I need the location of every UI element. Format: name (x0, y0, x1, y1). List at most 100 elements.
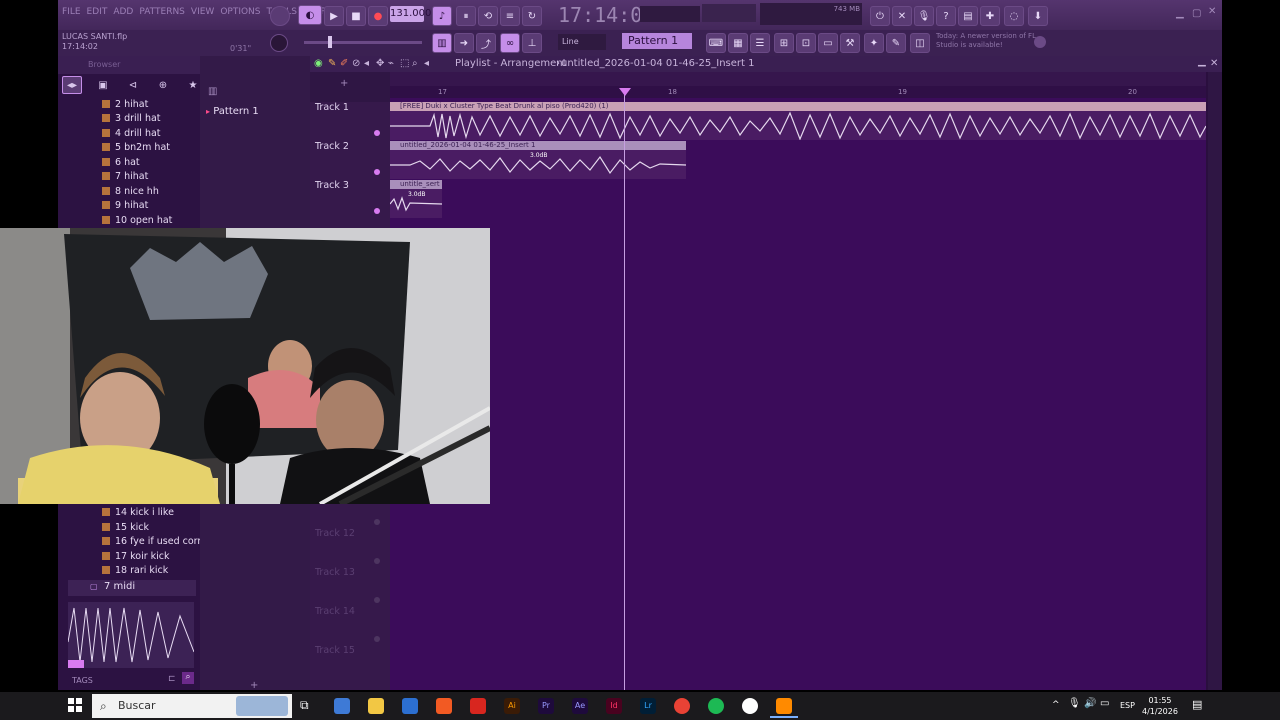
link-icon[interactable]: ∞ (500, 33, 520, 53)
menu-file[interactable]: FILE (62, 7, 81, 17)
pat-song-toggle[interactable]: ◐ (298, 5, 322, 25)
taskbar-clock[interactable]: 01:55 4/1/2026 (1142, 695, 1178, 717)
plugin-tab-icon[interactable]: ⊲ (124, 77, 142, 93)
browser-file[interactable]: 6 hat (102, 156, 140, 170)
playlist-view-icon[interactable]: ▥ (432, 33, 452, 53)
acrobat-icon[interactable] (470, 698, 486, 714)
folder-open-icon[interactable]: ⊏ (168, 674, 176, 684)
arrow-right-icon[interactable]: ➜ (454, 33, 474, 53)
microphone-icon[interactable]: 🎙 (914, 6, 934, 26)
picker-pattern-item[interactable]: ▸ Pattern 1 (206, 106, 259, 117)
wand-icon[interactable]: ✦ (864, 33, 884, 53)
stop-button[interactable]: ■ (346, 6, 366, 26)
power-icon[interactable]: ⏻ (870, 6, 890, 26)
track-label[interactable]: Track 13 (315, 567, 355, 578)
browser-file[interactable]: 3 drill hat (102, 112, 161, 126)
play-button[interactable]: ▶ (324, 6, 344, 26)
browser-file[interactable]: 10 open hat (102, 214, 172, 228)
lightroom-icon[interactable]: Lr (640, 698, 656, 714)
loop-record-button[interactable]: ↻ (522, 6, 542, 26)
track-label[interactable]: Track 14 (315, 606, 355, 617)
track-label[interactable]: Track 15 (315, 645, 355, 656)
browser-folder[interactable]: ▢ 7 midi (68, 580, 196, 596)
tray-chevron-icon[interactable]: ^ (1052, 700, 1060, 710)
metronome-button[interactable]: ♪ (432, 6, 452, 26)
menu-edit[interactable]: EDIT (87, 7, 108, 17)
brush-tool-icon[interactable]: ✐ (340, 56, 348, 72)
menu-options[interactable]: OPTIONS (220, 7, 260, 17)
add-icon[interactable]: + (250, 680, 258, 690)
window-minimize-icon[interactable]: ▁ (1176, 8, 1184, 19)
language-indicator[interactable]: ESP (1120, 701, 1135, 710)
premiere-icon[interactable]: Pr (538, 698, 554, 714)
clock-app-icon[interactable] (742, 698, 758, 714)
vertical-scrollbar[interactable] (1208, 72, 1222, 690)
tempo-display[interactable]: 131.000 (390, 6, 431, 22)
playlist-close-icon[interactable]: ✕ (1210, 56, 1218, 72)
task-view-icon[interactable]: ⧉ (300, 698, 309, 713)
channel-rack-icon[interactable]: ⊞ (774, 33, 794, 53)
piano-icon[interactable]: ▥ (208, 86, 217, 97)
track-mute-icon[interactable] (374, 208, 380, 214)
spotify-icon[interactable] (708, 698, 724, 714)
wait-button[interactable]: ⏸ (456, 6, 476, 26)
playhead[interactable] (624, 92, 625, 690)
store-icon[interactable] (402, 698, 418, 714)
indesign-icon[interactable]: Id (606, 698, 622, 714)
playlist-grid[interactable]: 17 18 19 20 [FREE] Duki x Cluster Type B… (389, 72, 1207, 690)
browser-file[interactable]: 14 kick i like (102, 506, 174, 520)
brave-icon[interactable] (436, 698, 452, 714)
track-label[interactable]: Track 1 (315, 102, 349, 113)
slider-handle[interactable] (328, 36, 332, 48)
network-icon[interactable]: ▭ (1100, 698, 1109, 709)
countdown-button[interactable]: ⟲ (478, 6, 498, 26)
playback-tool-icon[interactable]: ◂ (424, 56, 429, 72)
browser-file[interactable]: 7 hihat (102, 170, 148, 184)
all-files-icon[interactable]: ◂▸ (62, 76, 82, 94)
record-button[interactable]: ● (368, 6, 388, 26)
pencil-icon[interactable]: ✎ (886, 33, 906, 53)
browser-file[interactable]: 18 rari kick (102, 564, 168, 578)
audio-clip[interactable]: 3.0dB (389, 189, 443, 218)
edison-icon[interactable]: ◫ (910, 33, 930, 53)
piano-roll-icon[interactable]: ⌨ (706, 33, 726, 53)
audio-clip-header[interactable]: [FREE] Duki x Cluster Type Beat Drunk al… (390, 102, 1206, 111)
chat-icon[interactable]: ◌ (1004, 6, 1024, 26)
playhead-marker-icon[interactable] (619, 88, 631, 96)
tools-icon[interactable]: ⚒ (840, 33, 860, 53)
add-track-icon[interactable]: + (340, 78, 348, 89)
master-volume-slider[interactable] (304, 36, 422, 48)
search-icon[interactable]: ⌕ (182, 672, 194, 684)
master-pitch-knob[interactable] (270, 34, 288, 52)
blend-button[interactable]: ≡ (500, 6, 520, 26)
new-version-notice[interactable]: Today: A newer version of FL Studio is a… (936, 32, 1036, 50)
track-mute-icon[interactable] (374, 636, 380, 642)
track-mute-icon[interactable] (374, 597, 380, 603)
playlist-minimize-icon[interactable]: ▁ (1198, 54, 1206, 70)
menu-view[interactable]: VIEW (191, 7, 214, 17)
track-mute-icon[interactable] (374, 558, 380, 564)
stamp-icon[interactable]: ⊥ (522, 33, 542, 53)
track-mute-icon[interactable] (374, 519, 380, 525)
menu-patterns[interactable]: PATTERNS (139, 7, 185, 17)
timeline-ruler[interactable]: 17 18 19 20 (390, 86, 1206, 98)
download-icon[interactable]: ⬇ (1028, 6, 1048, 26)
zoom-tool-icon[interactable]: ⌕ (412, 56, 418, 72)
step-seq-icon[interactable]: ▦ (728, 33, 748, 53)
track-label[interactable]: Track 12 (315, 528, 355, 539)
browser-file[interactable]: 9 hihat (102, 199, 148, 213)
track-mute-icon[interactable] (374, 169, 380, 175)
windows-start-icon[interactable] (68, 698, 82, 712)
fl-studio-icon[interactable] (776, 698, 792, 714)
slip-tool-icon[interactable]: ✥ (376, 56, 384, 72)
window-maximize-icon[interactable]: ▢ (1192, 8, 1201, 19)
arrangement-name[interactable]: untitled_2026-01-04 01-46-25_Insert 1 (561, 56, 754, 72)
audio-clip[interactable]: 3.0dB (390, 150, 687, 179)
file-explorer-icon[interactable] (368, 698, 384, 714)
slice-tool-icon[interactable]: ⌁ (388, 56, 394, 72)
browser-file[interactable]: 5 bn2m hat (102, 141, 170, 155)
select-tool-icon[interactable]: ⬚ (400, 56, 409, 72)
preview-play-icon[interactable] (68, 660, 84, 668)
plugin-database-icon[interactable]: ⊡ (796, 33, 816, 53)
mixer-view-icon[interactable]: ☰ (750, 33, 770, 53)
